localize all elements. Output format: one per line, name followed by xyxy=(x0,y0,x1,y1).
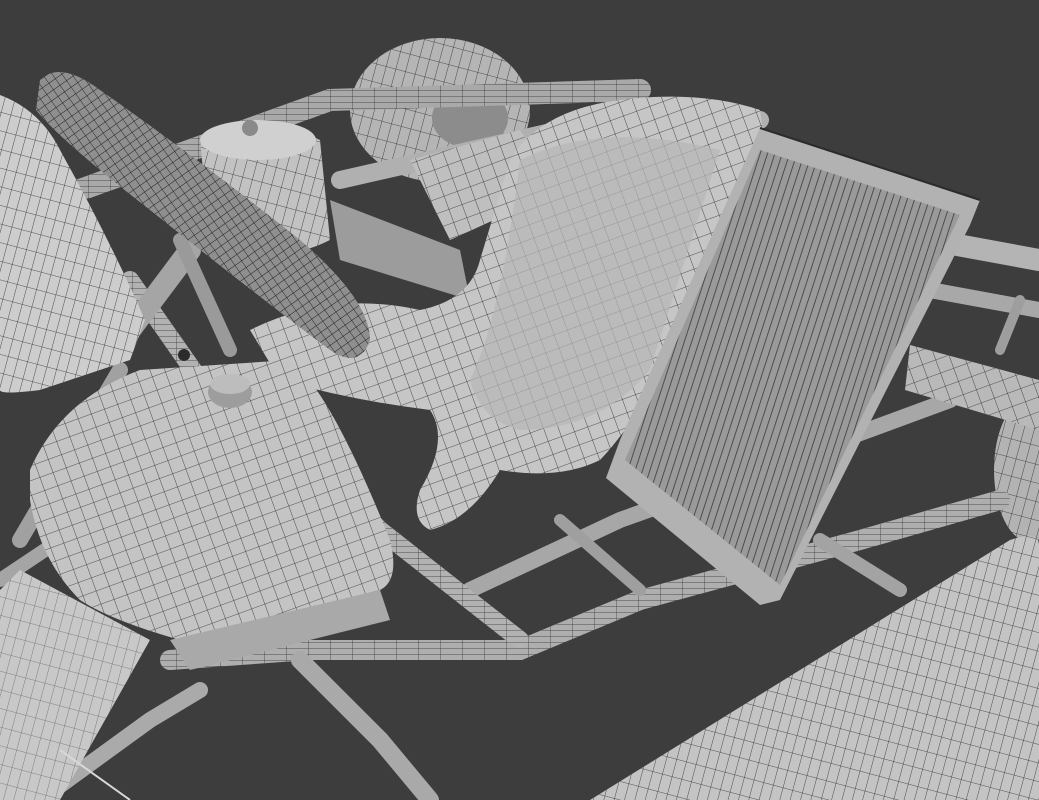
side-pod xyxy=(590,536,1039,800)
kart-render xyxy=(0,38,1039,800)
3d-viewport[interactable] xyxy=(0,0,1039,800)
